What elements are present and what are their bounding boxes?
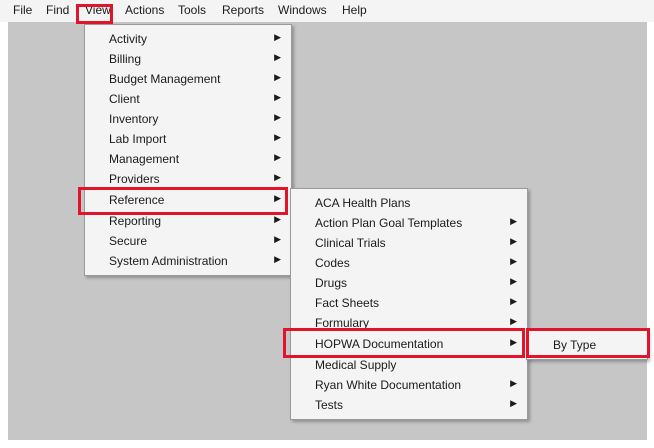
chevron-right-icon: ▶ (274, 152, 281, 162)
menu-file[interactable]: File (13, 3, 32, 17)
menu-item-label: Action Plan Goal Templates (315, 216, 463, 230)
view-item-providers[interactable]: Providers ▶ (85, 169, 291, 189)
chevron-right-icon: ▶ (510, 398, 517, 408)
ref-item-drugs[interactable]: Drugs ▶ (291, 273, 527, 293)
menu-windows[interactable]: Windows (278, 3, 327, 17)
menu-item-label: Client (109, 92, 140, 106)
menu-item-label: Lab Import (109, 132, 167, 146)
menu-item-label: Drugs (315, 276, 348, 290)
menu-item-label: Formulary (315, 316, 370, 330)
menu-item-label: System Administration (109, 254, 228, 268)
chevron-right-icon: ▶ (510, 296, 517, 306)
ref-item-aca-health-plans[interactable]: ACA Health Plans (291, 193, 527, 213)
chevron-right-icon: ▶ (274, 234, 281, 244)
menu-item-label: Ryan White Documentation (315, 378, 462, 392)
view-item-system-administration[interactable]: System Administration ▶ (85, 251, 291, 271)
chevron-right-icon: ▶ (274, 72, 281, 82)
view-item-reporting[interactable]: Reporting ▶ (85, 211, 291, 231)
menu-bar: File Find View Actions Tools Reports Win… (0, 0, 654, 22)
view-item-billing[interactable]: Billing ▶ (85, 49, 291, 69)
hopwa-item-by-type[interactable]: By Type (527, 335, 647, 355)
chevron-right-icon: ▶ (510, 256, 517, 266)
view-item-budget-management[interactable]: Budget Management ▶ (85, 69, 291, 89)
chevron-right-icon: ▶ (274, 193, 281, 203)
chevron-right-icon: ▶ (274, 92, 281, 102)
menu-item-label: Codes (315, 256, 350, 270)
chevron-right-icon: ▶ (274, 32, 281, 42)
view-item-management[interactable]: Management ▶ (85, 149, 291, 169)
ref-item-clinical-trials[interactable]: Clinical Trials ▶ (291, 233, 527, 253)
ref-item-codes[interactable]: Codes ▶ (291, 253, 527, 273)
menu-help[interactable]: Help (342, 3, 367, 17)
menu-find[interactable]: Find (46, 3, 69, 17)
hopwa-submenu: By Type (526, 330, 648, 360)
menu-item-label: Budget Management (109, 72, 221, 86)
ref-item-medical-supply[interactable]: Medical Supply (291, 355, 527, 375)
menu-item-label: Clinical Trials (315, 236, 386, 250)
view-item-inventory[interactable]: Inventory ▶ (85, 109, 291, 129)
chevron-right-icon: ▶ (510, 378, 517, 388)
ref-item-formulary[interactable]: Formulary ▶ (291, 313, 527, 333)
menu-item-label: Billing (109, 52, 142, 66)
menu-actions[interactable]: Actions (125, 3, 164, 17)
chevron-right-icon: ▶ (274, 132, 281, 142)
menu-item-label: Activity (109, 32, 148, 46)
view-item-secure[interactable]: Secure ▶ (85, 231, 291, 251)
ref-item-ryan-white-documentation[interactable]: Ryan White Documentation ▶ (291, 375, 527, 395)
chevron-right-icon: ▶ (510, 337, 517, 347)
ref-item-fact-sheets[interactable]: Fact Sheets ▶ (291, 293, 527, 313)
ref-item-hopwa-documentation[interactable]: HOPWA Documentation ▶ (291, 334, 527, 354)
chevron-right-icon: ▶ (274, 52, 281, 62)
ref-item-tests[interactable]: Tests ▶ (291, 395, 527, 415)
view-item-lab-import[interactable]: Lab Import ▶ (85, 129, 291, 149)
chevron-right-icon: ▶ (274, 214, 281, 224)
menu-reports[interactable]: Reports (222, 3, 264, 17)
chevron-right-icon: ▶ (274, 172, 281, 182)
chevron-right-icon: ▶ (274, 112, 281, 122)
menu-item-label: Tests (315, 398, 344, 412)
menu-item-label: HOPWA Documentation (315, 337, 444, 351)
view-item-client[interactable]: Client ▶ (85, 89, 291, 109)
chevron-right-icon: ▶ (510, 276, 517, 286)
menu-item-label: Inventory (109, 112, 159, 126)
menu-item-label: Reference (109, 193, 165, 207)
chevron-right-icon: ▶ (510, 316, 517, 326)
menu-item-label: Reporting (109, 214, 162, 228)
menu-item-label: By Type (553, 338, 597, 352)
menu-view[interactable]: View (85, 3, 111, 17)
menu-item-label: Management (109, 152, 180, 166)
menu-item-label: Fact Sheets (315, 296, 380, 310)
view-item-reference[interactable]: Reference ▶ (85, 190, 291, 210)
chevron-right-icon: ▶ (510, 236, 517, 246)
ref-item-action-plan-goal-templates[interactable]: Action Plan Goal Templates ▶ (291, 213, 527, 233)
menu-item-label: Providers (109, 172, 160, 186)
reference-submenu: ACA Health Plans Action Plan Goal Templa… (290, 188, 528, 420)
chevron-right-icon: ▶ (274, 254, 281, 264)
menu-item-label: ACA Health Plans (315, 196, 411, 210)
menu-item-label: Medical Supply (315, 358, 397, 372)
menu-tools[interactable]: Tools (178, 3, 206, 17)
view-item-activity[interactable]: Activity ▶ (85, 29, 291, 49)
view-dropdown: Activity ▶ Billing ▶ Budget Management ▶ Cl… (84, 24, 292, 276)
chevron-right-icon: ▶ (510, 216, 517, 226)
menu-item-label: Secure (109, 234, 148, 248)
